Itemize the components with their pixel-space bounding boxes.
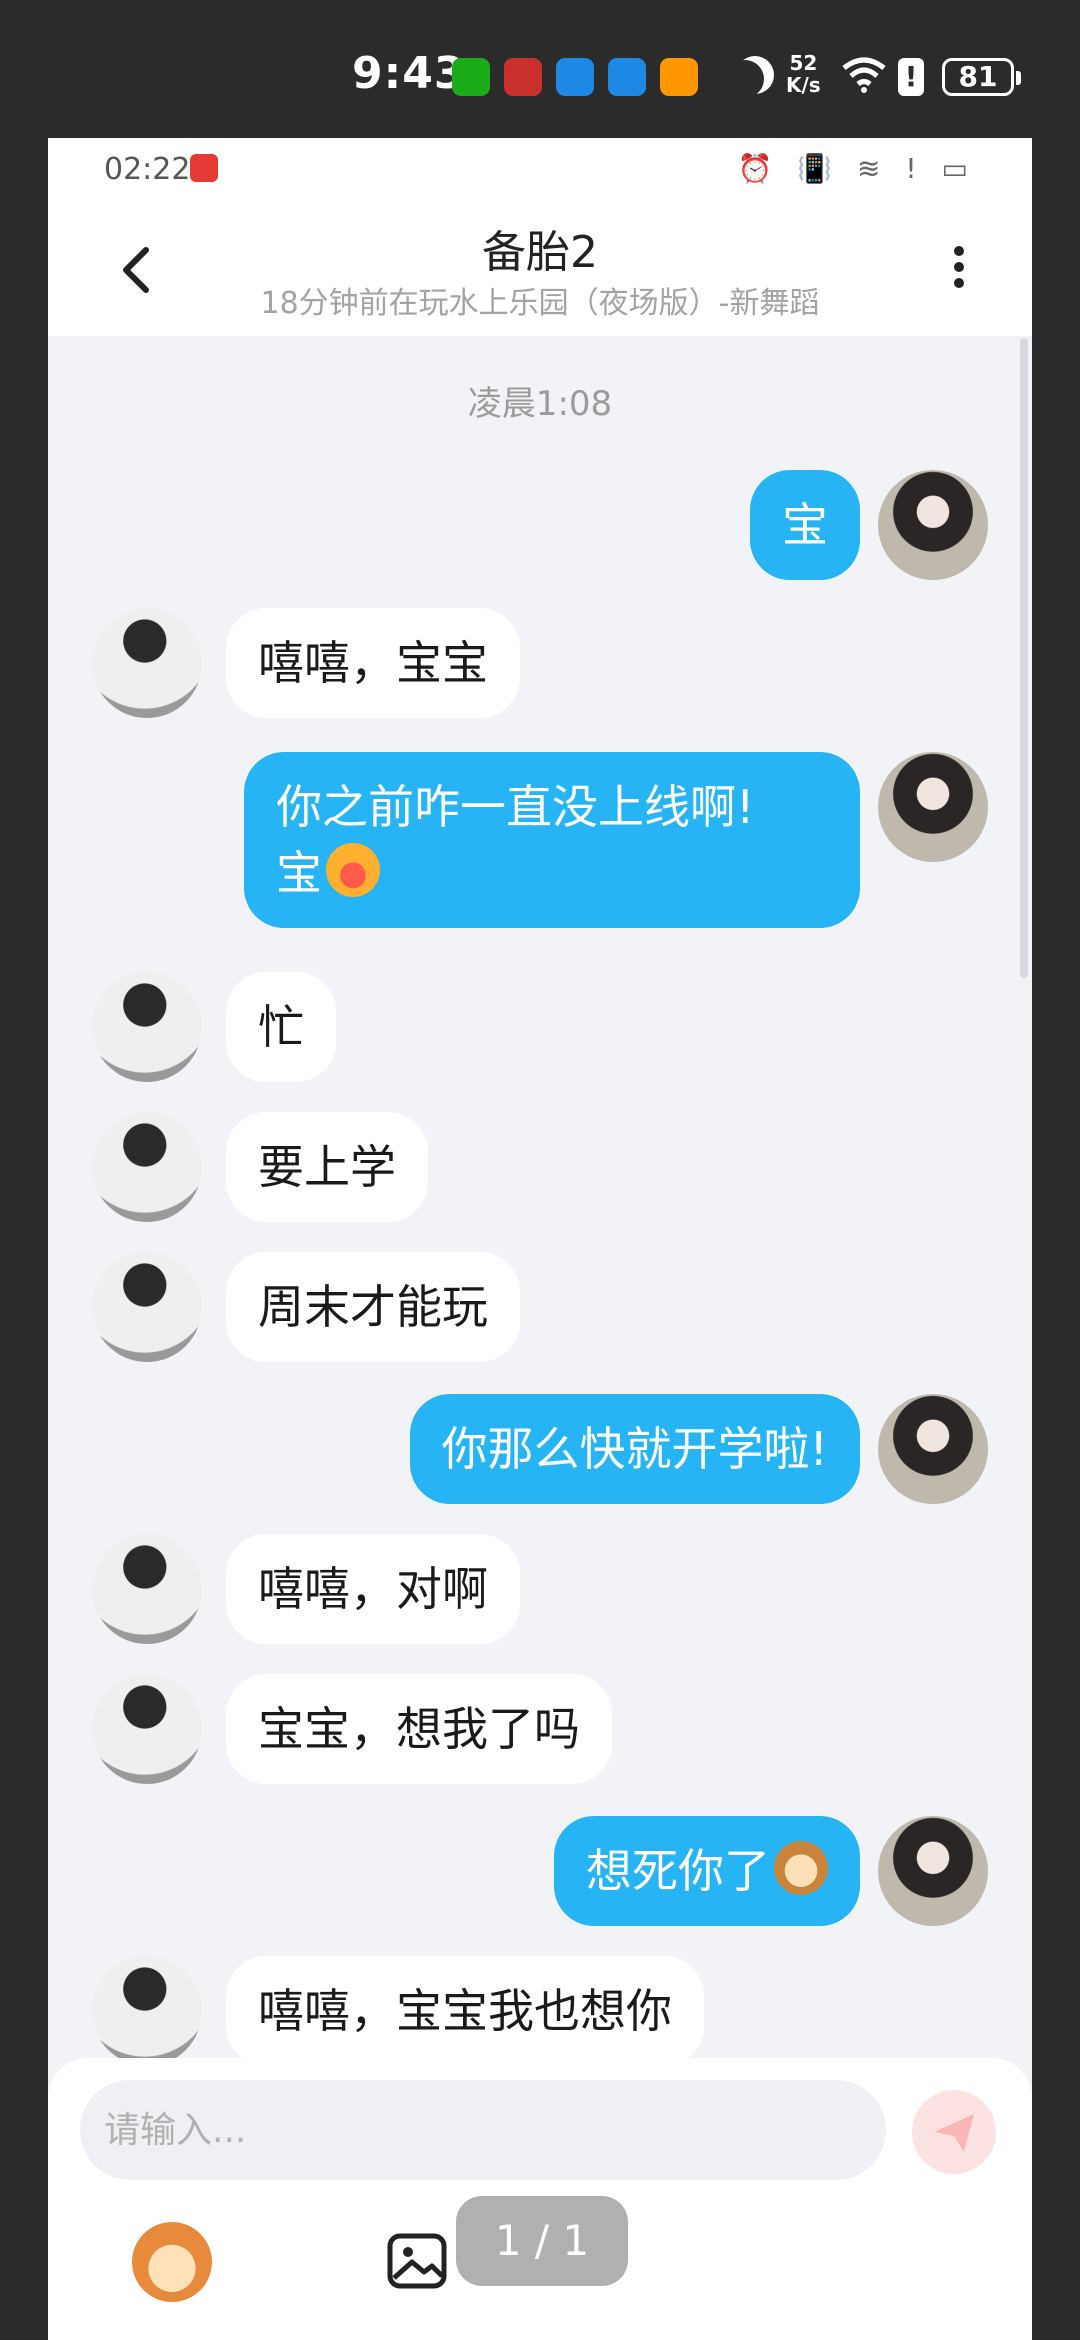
network-speed-unit: K/s xyxy=(786,73,821,97)
message-bubble-sent[interactable]: 你那么快就开学啦! xyxy=(409,1394,860,1504)
monkey-emoji-icon xyxy=(774,1841,828,1895)
device-status-bar: 9:43 52 K/s ! 81 xyxy=(0,0,1080,138)
contact-avatar[interactable] xyxy=(92,1112,202,1222)
message-bubble-sent[interactable]: 你之前咋一直没上线啊! 宝 xyxy=(244,752,860,928)
message-text-line2: 宝 xyxy=(276,846,322,900)
more-options-icon[interactable] xyxy=(944,240,974,300)
message-composer: 1 / 1 xyxy=(48,2058,1032,2340)
my-avatar[interactable] xyxy=(878,1816,988,1926)
message-bubble-received[interactable]: 宝宝，想我了吗 xyxy=(226,1674,612,1784)
battery-icon: 81 xyxy=(942,58,1021,96)
contact-status: 18分钟前在玩水上乐园（夜场版）-新舞蹈 xyxy=(260,286,820,321)
left-overlay xyxy=(0,138,48,2340)
right-overlay xyxy=(1032,138,1080,2340)
message-bubble-received[interactable]: 忙 xyxy=(226,972,336,1082)
chat-screen: 02:22 ⏰ 📳 ≋ ! ▭ 备胎2 18分钟前在玩水上乐园（夜场版）-新舞蹈… xyxy=(48,138,1032,2340)
message-bubble-received[interactable]: 要上学 xyxy=(226,1112,428,1222)
send-icon[interactable] xyxy=(912,2090,996,2174)
my-avatar[interactable] xyxy=(878,752,988,862)
wifi-icon xyxy=(842,57,886,93)
network-speed-value: 52 xyxy=(789,51,818,75)
my-avatar[interactable] xyxy=(878,1394,988,1504)
alert-icon: ! xyxy=(898,58,924,96)
inner-app-icon xyxy=(190,154,218,182)
message-bubble-received[interactable]: 嘻嘻，对啊 xyxy=(226,1534,520,1644)
crying-emoji-icon xyxy=(326,843,380,897)
inner-time: 02:22 xyxy=(104,152,191,187)
emoji-picker-icon[interactable] xyxy=(132,2222,212,2302)
message-bubble-received[interactable]: 周末才能玩 xyxy=(226,1252,520,1362)
page-indicator: 1 / 1 xyxy=(456,2196,628,2286)
message-bubble-sent[interactable]: 想死你了 xyxy=(554,1816,860,1926)
message-text-line1: 你之前咋一直没上线啊! xyxy=(276,780,755,834)
contact-avatar[interactable] xyxy=(92,972,202,1082)
contact-avatar[interactable] xyxy=(92,1956,202,2066)
contact-avatar[interactable] xyxy=(92,1674,202,1784)
contact-name: 备胎2 xyxy=(482,227,598,278)
contact-avatar[interactable] xyxy=(92,1252,202,1362)
app-notification-icon xyxy=(660,58,698,96)
my-avatar[interactable] xyxy=(878,470,988,580)
inner-status-bar: 02:22 ⏰ 📳 ≋ ! ▭ xyxy=(48,138,1032,200)
scrollbar[interactable] xyxy=(1020,338,1028,978)
contact-avatar[interactable] xyxy=(92,1534,202,1644)
chat-header: 备胎2 18分钟前在玩水上乐园（夜场版）-新舞蹈 xyxy=(48,200,1032,336)
cloud-notification-icon-2 xyxy=(608,58,646,96)
message-input[interactable] xyxy=(80,2080,886,2180)
device-time: 9:43 xyxy=(352,48,466,99)
contact-avatar[interactable] xyxy=(92,608,202,718)
wechat-notification-icon xyxy=(452,58,490,96)
message-bubble-sent[interactable]: 宝 xyxy=(750,470,860,580)
message-bubble-received[interactable]: 嘻嘻，宝宝 xyxy=(226,608,520,718)
game-notification-icon xyxy=(504,58,542,96)
do-not-disturb-icon xyxy=(726,60,764,98)
message-bubble-received[interactable]: 嘻嘻，宝宝我也想你 xyxy=(226,1956,704,2066)
network-speed: 52 K/s xyxy=(786,52,821,96)
inner-system-icons: ⏰ 📳 ≋ ! ▭ xyxy=(737,152,976,185)
message-text: 想死你了 xyxy=(586,1844,770,1898)
time-separator: 凌晨1:08 xyxy=(467,384,613,424)
image-picker-icon[interactable] xyxy=(386,2230,448,2292)
cloud-notification-icon xyxy=(556,58,594,96)
